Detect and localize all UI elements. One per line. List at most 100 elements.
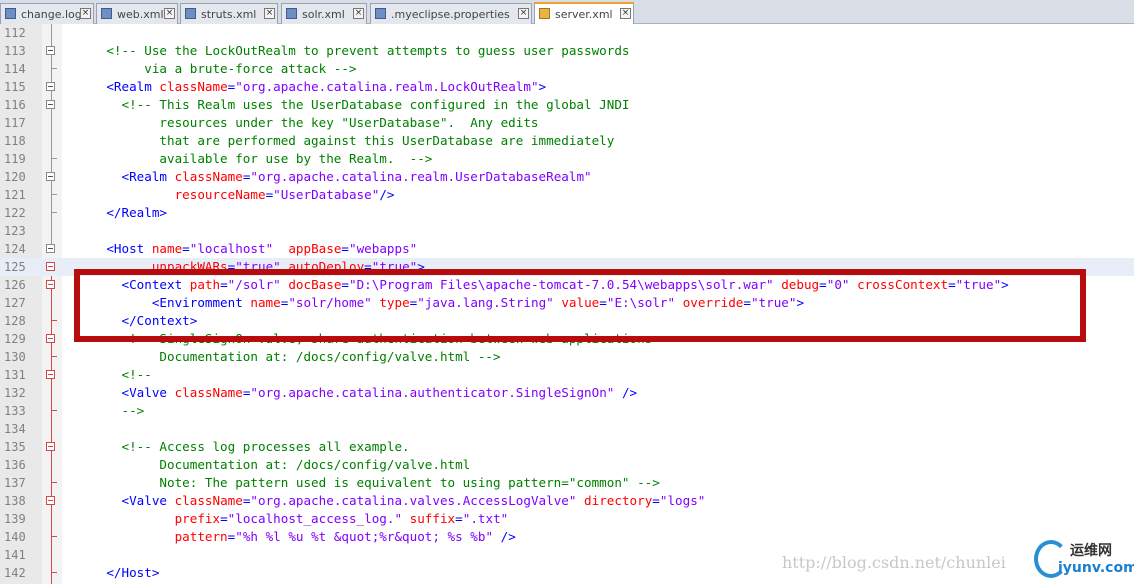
line-number: 112 — [4, 26, 26, 40]
line-number: 124 — [4, 242, 26, 256]
file-icon — [5, 8, 16, 19]
code-token: className — [174, 493, 243, 508]
tab-server-xml[interactable]: server.xml × — [534, 2, 634, 24]
file-icon — [185, 8, 196, 19]
fold-collapse-icon[interactable] — [46, 244, 55, 253]
code-text: resources under the key "UserDatabase". … — [76, 115, 538, 131]
code-token: appBase — [288, 241, 342, 256]
code-line[interactable]: 121 resourceName="UserDatabase"/> — [0, 186, 1134, 204]
tab-solr-xml[interactable]: solr.xml × — [281, 3, 367, 24]
code-token: = — [455, 511, 463, 526]
code-token: = — [220, 511, 228, 526]
code-token: prefix — [76, 511, 221, 526]
fold-end-marker — [51, 204, 57, 213]
fold-collapse-icon[interactable] — [46, 442, 55, 451]
code-line[interactable]: 119 available for use by the Realm. --> — [0, 150, 1134, 168]
line-number: 123 — [4, 224, 26, 238]
editor-tab-bar: change.log × web.xml × struts.xml × solr.xml ×.… — [0, 0, 1134, 24]
code-token: <!-- Access log processes all example. — [76, 439, 410, 454]
tab-myeclipse-properties[interactable]: .myeclipse.properties × — [370, 3, 532, 24]
code-token: available for use by the Realm. --> — [76, 151, 433, 166]
fold-collapse-icon[interactable] — [46, 262, 55, 271]
code-line[interactable]: 131 <!-- — [0, 366, 1134, 384]
code-line[interactable]: 133 --> — [0, 402, 1134, 420]
fold-collapse-icon[interactable] — [46, 82, 55, 91]
code-text: pattern="%h %l %u %t &quot;%r&quot; %s %… — [76, 529, 516, 545]
code-token: > — [538, 79, 547, 94]
code-line[interactable]: 134 — [0, 420, 1134, 438]
line-number: 132 — [4, 386, 26, 400]
code-line[interactable]: 138 <Valve className = "org.apache.catalin… — [0, 492, 1134, 510]
code-token: Documentation at: /docs/config/valve.htm… — [76, 349, 501, 364]
line-number: 133 — [4, 404, 26, 418]
fold-collapse-icon[interactable] — [46, 46, 55, 55]
fold-collapse-icon[interactable] — [46, 496, 55, 505]
code-line[interactable]: 132 <Valve className="org.apache.catalin… — [0, 384, 1134, 402]
code-line[interactable]: 140 pattern="%h %l %u %t &quot;%r&quot; … — [0, 528, 1134, 546]
close-tab-icon[interactable]: × — [620, 8, 631, 19]
code-line[interactable]: 124 <Host name="localhost" appBase="weba… — [0, 240, 1134, 258]
fold-end-marker — [51, 402, 57, 411]
fold-collapse-icon[interactable] — [46, 100, 55, 109]
code-line[interactable]: 116 <!-- This Realm uses the UserDatabas… — [0, 96, 1134, 114]
code-text: <Host name="localhost" appBase="webapps" — [76, 241, 417, 257]
tab-web-xml[interactable]: web.xml × — [96, 3, 178, 24]
fold-collapse-icon[interactable] — [46, 334, 55, 343]
code-line[interactable]: 136 Documentation at: /docs/config/valve… — [0, 456, 1134, 474]
line-number: 136 — [4, 458, 26, 472]
close-tab-icon[interactable]: × — [353, 8, 364, 19]
fold-collapse-icon[interactable] — [46, 172, 55, 181]
code-token: <!-- Use the LockOutRealm to prevent att… — [76, 43, 630, 58]
line-number: 127 — [4, 296, 26, 310]
line-number: 119 — [4, 152, 26, 166]
code-text: <!-- This Realm uses the UserDatabase co… — [76, 97, 629, 113]
code-token: <Valve — [76, 385, 175, 400]
fold-collapse-icon[interactable] — [46, 370, 55, 379]
code-token: = — [182, 241, 190, 256]
code-token: /> — [379, 187, 395, 202]
code-line[interactable]: 120 <Realm className="org.apache.catalin… — [0, 168, 1134, 186]
code-line[interactable]: 137 Note: The pattern used is equivalent… — [0, 474, 1134, 492]
code-line[interactable]: 135 <!-- Access log processes all exampl… — [0, 438, 1134, 456]
tab-change-log[interactable]: change.log × — [0, 3, 94, 24]
line-number: 115 — [4, 80, 26, 94]
code-token: directory — [584, 493, 653, 508]
line-number: 118 — [4, 134, 26, 148]
code-token: "%h %l %u %t &quot;%r&quot; %s %b" — [235, 529, 494, 544]
close-tab-icon[interactable]: × — [80, 8, 91, 19]
code-line[interactable]: 123 — [0, 222, 1134, 240]
close-tab-icon[interactable]: × — [164, 8, 175, 19]
code-text: available for use by the Realm. --> — [76, 151, 432, 167]
file-icon — [101, 8, 112, 19]
close-tab-icon[interactable]: × — [264, 8, 275, 19]
code-line[interactable]: 139 prefix="localhost_access_log." suffi… — [0, 510, 1134, 528]
fold-collapse-icon[interactable] — [46, 280, 55, 289]
tab-struts-xml[interactable]: struts.xml × — [180, 3, 278, 24]
code-token: <Host — [76, 241, 152, 256]
code-token: <Valve — [76, 493, 175, 508]
code-line[interactable]: 130 Documentation at: /docs/config/valve… — [0, 348, 1134, 366]
fold-end-marker — [51, 60, 57, 69]
code-text: <Realm className="org.apache.catalina.re… — [76, 169, 591, 185]
code-token: --> — [76, 403, 145, 418]
code-text: Documentation at: /docs/config/valve.htm… — [76, 349, 501, 365]
code-text: <Realm className="org.apache.catalina.re… — [76, 79, 546, 95]
code-token: resourceName — [76, 187, 266, 202]
code-token: = — [341, 241, 350, 256]
code-line[interactable]: 115 <Realm className="org.apache.catalin… — [0, 78, 1134, 96]
line-number: 135 — [4, 440, 26, 454]
close-tab-icon[interactable]: × — [518, 8, 529, 19]
fold-end-marker — [51, 312, 57, 321]
code-line[interactable]: 117 resources under the key "UserDatabas… — [0, 114, 1134, 132]
code-line[interactable]: 118 that are performed against this User… — [0, 132, 1134, 150]
code-line[interactable]: 113 <!-- Use the LockOutRealm to prevent… — [0, 42, 1134, 60]
code-line[interactable]: 114 via a brute-force attack --> — [0, 60, 1134, 78]
code-line[interactable]: 112 — [0, 24, 1134, 42]
code-text: </Host> — [76, 565, 159, 581]
code-text: <!-- — [76, 367, 151, 383]
code-line[interactable]: 122 </Realm> — [0, 204, 1134, 222]
line-number: 113 — [4, 44, 26, 58]
code-token: <Realm — [76, 79, 160, 94]
